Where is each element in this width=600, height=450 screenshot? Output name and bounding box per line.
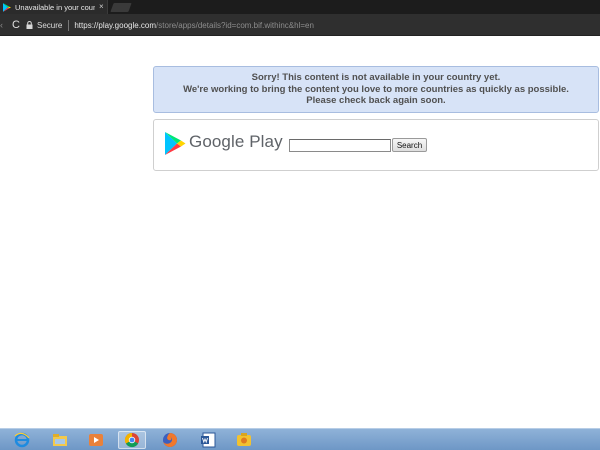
media-player-icon[interactable] xyxy=(86,431,106,449)
google-play-brand[interactable]: Google Play xyxy=(189,132,283,152)
notice-line-3: Please check back again soon. xyxy=(306,95,446,107)
reload-icon[interactable]: C xyxy=(12,19,26,31)
notice-line-1: Sorry! This content is not available in … xyxy=(251,72,501,84)
address-bar[interactable]: Secure https://play.google.com /store/ap… xyxy=(26,17,600,33)
misc-app-icon[interactable] xyxy=(234,431,254,449)
notice-line-2: We're working to bring the content you l… xyxy=(183,83,569,95)
google-play-logo-icon[interactable] xyxy=(164,131,186,156)
unavailable-notice: Sorry! This content is not available in … xyxy=(153,66,599,113)
google-play-icon xyxy=(3,2,11,12)
omnibox-divider xyxy=(68,19,70,31)
tab-active[interactable]: Unavailable in your coun × xyxy=(0,0,108,14)
browser-tab-strip: Unavailable in your coun × xyxy=(0,0,600,14)
browser-toolbar: ‹ C Secure https://play.google.com /stor… xyxy=(0,14,600,36)
url-path: /store/apps/details?id=com.bif.withinc&h… xyxy=(156,20,314,30)
url-domain: https://play.google.com xyxy=(74,20,157,30)
new-tab-button[interactable] xyxy=(110,3,132,12)
back-icon[interactable]: ‹ xyxy=(0,20,8,30)
firefox-icon[interactable] xyxy=(160,431,180,449)
lock-icon xyxy=(26,21,33,29)
tab-title: Unavailable in your coun xyxy=(15,2,95,12)
file-explorer-icon[interactable] xyxy=(50,431,70,449)
secure-label: Secure xyxy=(37,20,63,30)
google-play-header: Google Play Search xyxy=(153,119,599,171)
word-icon[interactable] xyxy=(198,431,218,449)
taskbar xyxy=(0,428,600,450)
search-button[interactable]: Search xyxy=(392,138,427,152)
tab-close-icon[interactable]: × xyxy=(99,3,104,11)
chrome-icon[interactable] xyxy=(118,431,146,449)
search-input[interactable] xyxy=(289,139,391,152)
internet-explorer-icon[interactable] xyxy=(12,431,32,449)
